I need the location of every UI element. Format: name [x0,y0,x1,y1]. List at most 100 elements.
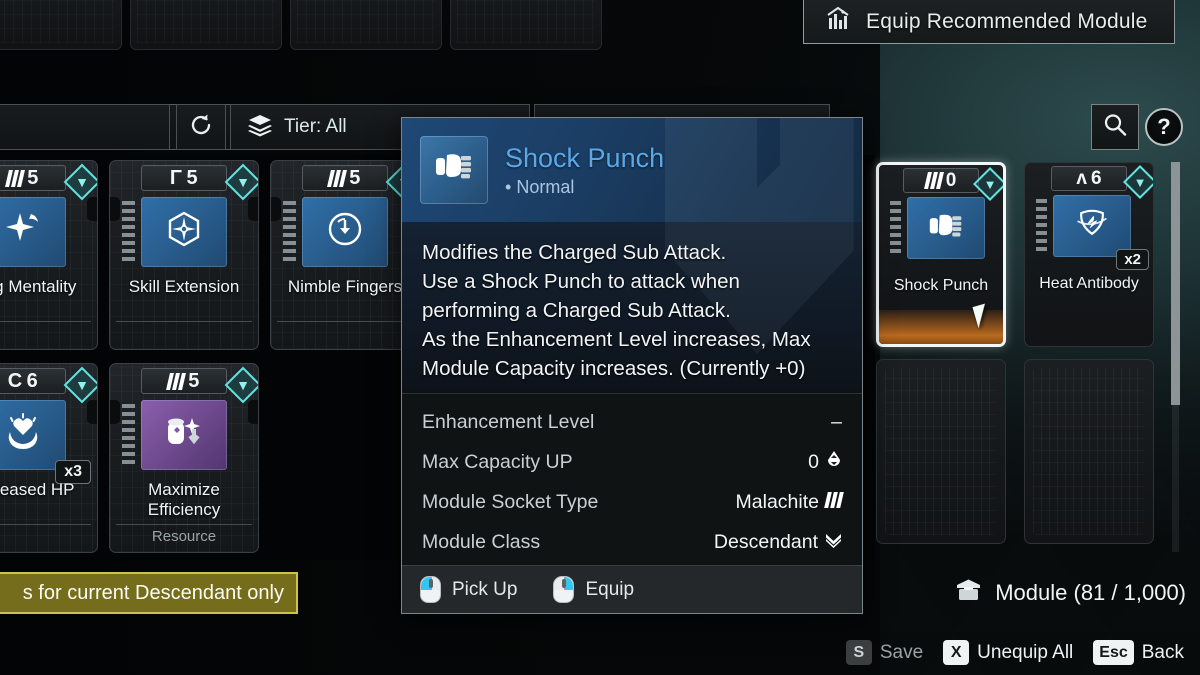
stat-key: Module Class [422,530,541,553]
module-card[interactable]: 5 ▼ Maximize Efficiency Resource [109,363,259,553]
stat-key: Module Socket Type [422,490,599,513]
module-name: Maximize Efficiency [147,480,221,519]
card-pins [1036,199,1047,253]
card-pins [890,201,901,255]
card-notch [110,400,120,424]
socket-type-icon: Γ [169,166,183,189]
action-label: Equip [585,578,635,600]
rarity-label: Normal [516,176,575,197]
box-icon [955,578,982,608]
equipped-module-slot[interactable]: ʌ 6 ▼ x2 Heat Antibody [1024,162,1154,347]
module-name: Shock Punch [893,277,989,294]
description-line: performing a Charged Sub Attack. [422,299,731,322]
equipped-top-row [0,0,602,50]
malachite-socket-icon [5,169,26,187]
empty-module-slot[interactable] [1024,359,1154,544]
sparkle-icon [3,209,43,256]
module-capacity-tag: 5 [0,165,66,191]
tier-filter-label: Tier: All [284,116,347,137]
socket-type-icon: ʌ [1076,167,1087,189]
top-slot-card[interactable] [130,0,282,50]
tooltip-module-icon [420,136,488,204]
module-count-label: Module (81 / 1,000) [995,580,1186,605]
stat-value: Descendant [714,531,842,554]
equip-recommended-module-button[interactable]: Equip Recommended Module [803,0,1175,44]
module-icon-plate [907,197,985,259]
descendant-class-icon: ▼ [1123,165,1153,199]
key-hint[interactable]: Esc Back [1093,640,1184,665]
module-capacity-value: 5 [186,166,199,189]
module-capacity-value: 0 [945,169,957,191]
socket-type-icon: C [7,369,23,392]
module-capacity-tag: ʌ6 [1051,166,1127,191]
reset-filters-button[interactable] [176,104,226,150]
module-card[interactable]: C6▼x3Increased HP [0,363,98,553]
left-click-icon [420,576,441,603]
top-slot-card[interactable] [290,0,442,50]
stat-row: Enhancement Level – [422,402,842,442]
module-category [277,321,413,345]
key-hint[interactable]: S Save [845,640,923,665]
scrollbar-thumb[interactable] [1171,162,1180,405]
module-capacity-tag: 5 [141,368,227,394]
stat-key: Enhancement Level [422,410,595,433]
module-capacity-tag: Γ5 [141,165,227,191]
module-icon-plate [1053,195,1131,257]
module-capacity-value: 5 [188,369,200,392]
key-hint[interactable]: X Unequip All [943,640,1073,665]
card-notch [248,197,258,221]
key-cap: X [943,640,970,665]
module-icon-plate [141,197,227,267]
top-slot-card[interactable] [0,0,122,50]
module-tooltip: Shock Punch • Normal Modifies the Charge… [401,117,863,614]
inventory-scrollbar[interactable] [1171,162,1180,552]
stat-row: Max Capacity UP 0 [422,442,842,482]
fist-icon [928,210,964,247]
module-capacity-value: 6 [1091,167,1102,189]
tooltip-action[interactable]: Equip [553,576,634,603]
tooltip-description: Modifies the Charged Sub Attack. Use a Sh… [422,238,842,383]
hands-heart-icon [3,412,43,459]
description-line: Module Capacity increases. (Currently +0… [422,357,806,380]
tooltip-stats: Enhancement Level – Max Capacity UP 0 Module… [402,393,862,572]
magnifier-icon [1102,112,1128,143]
help-button[interactable]: ? [1145,108,1183,146]
module-loadout-screen: Equip Recommended Module Tier: All ? 5 ▼… [0,0,1200,675]
module-category [0,524,91,548]
tooltip-header: Shock Punch • Normal [402,118,862,222]
reload-circle-icon [325,209,365,256]
card-pins [122,201,135,263]
tooltip-rarity: • Normal [505,177,664,198]
stat-value: 0 [808,450,842,475]
empty-module-slot[interactable] [876,359,1006,544]
module-card[interactable]: 5▼rong Mentality [0,160,98,350]
description-line: As the Enhancement Level increases, Max [422,328,811,351]
filter-dropdown[interactable] [0,104,170,150]
key-label: Unequip All [977,641,1074,663]
stat-row: Module Socket Type Malachite [422,482,844,522]
card-notch [87,400,97,424]
tooltip-actions: Pick Up Equip [402,565,862,613]
module-stack-count: x2 [1116,249,1149,270]
rarity-bullet: • [505,176,512,197]
module-card[interactable]: 5▼Nimble Fingers [270,160,420,350]
layers-icon [247,113,273,142]
tooltip-description-area: Modifies the Charged Sub Attack. Use a Sh… [402,222,862,393]
module-icon-plate [141,400,227,470]
notice-text: s for current Descendant only [22,581,284,604]
module-icon-plate [0,197,66,267]
capacity-drop-icon [826,450,842,475]
module-name: rong Mentality [0,277,77,296]
module-name: Heat Antibody [1039,275,1139,292]
malachite-socket-icon [327,169,348,187]
search-button[interactable] [1091,104,1139,150]
module-name: Nimble Fingers [287,277,403,296]
top-slot-card[interactable] [450,0,602,50]
tooltip-action[interactable]: Pick Up [420,576,517,603]
module-capacity-value: 6 [26,369,39,392]
key-label: Back [1141,641,1184,663]
stat-row: Module Class Descendant [422,522,842,562]
right-click-icon [553,576,575,603]
card-notch [248,400,258,424]
module-card[interactable]: Γ 5 ▼ Skill Extension [109,160,259,350]
